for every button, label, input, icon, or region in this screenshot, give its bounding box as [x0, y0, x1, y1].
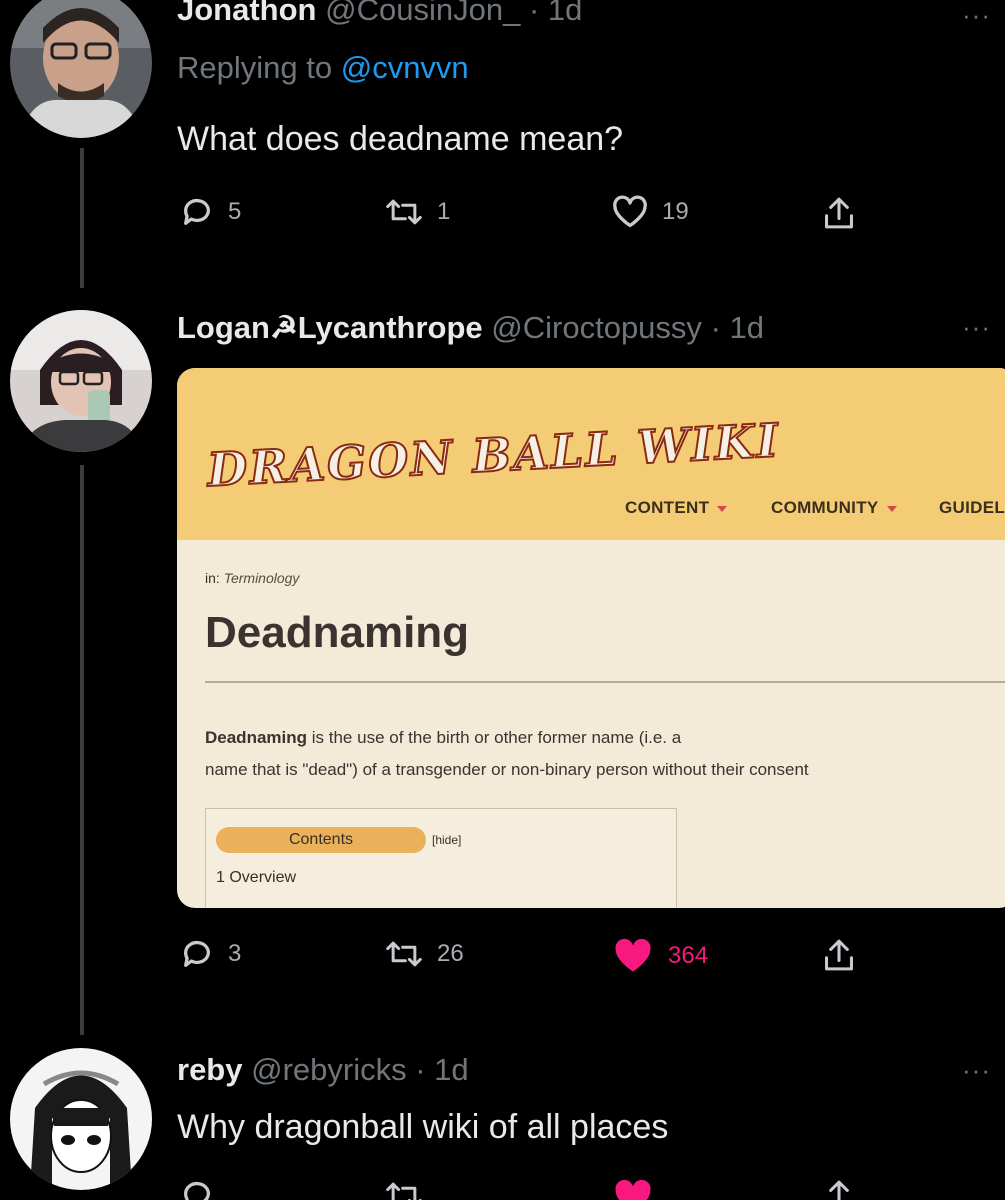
- tweet-text: Why dragonball wiki of all places: [177, 1108, 669, 1146]
- article-intro-line-2: name that is "dead") of a transgender or…: [205, 760, 809, 779]
- like-count: 19: [662, 198, 689, 225]
- timestamp[interactable]: · 1d: [415, 1052, 468, 1087]
- heart-filled-icon: [615, 1179, 651, 1200]
- reply-icon: [184, 198, 210, 225]
- reply-count: 5: [228, 198, 242, 225]
- reply-button[interactable]: 3: [180, 937, 241, 971]
- retweet-count: 26: [437, 940, 464, 967]
- toc-title: Contents: [216, 827, 426, 853]
- wiki-nav-content[interactable]: CONTENT: [625, 498, 728, 518]
- nav-label: CONTENT: [625, 498, 710, 517]
- display-name[interactable]: reby: [177, 1052, 242, 1087]
- retweet-count: 1: [437, 198, 451, 225]
- heart-filled-icon: [615, 938, 651, 972]
- intro-bold: Deadnaming: [205, 728, 308, 747]
- tweet-actions: 3 26 364: [0, 937, 1005, 977]
- more-options-icon[interactable]: ···: [962, 0, 991, 31]
- wiki-header: DRAGON BALL WIKI CONTENT COMMUNITY GUIDE…: [177, 368, 1005, 540]
- embedded-wiki-image[interactable]: DRAGON BALL WIKI CONTENT COMMUNITY GUIDE…: [177, 368, 1005, 908]
- timestamp[interactable]: · 1d: [711, 310, 764, 345]
- share-icon: [829, 1180, 849, 1200]
- retweet-icon: [386, 1182, 422, 1200]
- share-button[interactable]: [822, 195, 856, 231]
- share-icon: [825, 939, 853, 971]
- avatar-jonathon[interactable]: [10, 0, 152, 138]
- wiki-logo[interactable]: DRAGON BALL WIKI: [205, 412, 782, 498]
- intro-rest: is the use of the birth or other former …: [307, 728, 682, 747]
- avatar-logan[interactable]: [10, 310, 152, 452]
- replying-prefix: Replying to: [177, 50, 333, 85]
- tweet-actions-partial: [0, 1178, 1005, 1200]
- retweet-button[interactable]: 1: [385, 195, 450, 229]
- share-icon: [825, 197, 853, 229]
- caret-down-icon: [717, 505, 728, 512]
- toc-hide-link[interactable]: [hide]: [432, 833, 461, 847]
- user-handle[interactable]: @Ciroctopussy: [491, 310, 702, 345]
- caret-down-icon: [886, 505, 897, 512]
- reply-button[interactable]: 5: [180, 195, 241, 229]
- breadcrumb-category[interactable]: Terminology: [224, 570, 300, 586]
- reply-count: 3: [228, 940, 242, 967]
- retweet-button[interactable]: [385, 1178, 423, 1200]
- article-intro-line-1: Deadnaming is the use of the birth or ot…: [205, 728, 681, 748]
- more-options-icon[interactable]: ···: [962, 312, 991, 343]
- breadcrumb: in: Terminology: [205, 570, 299, 586]
- retweet-icon: [386, 941, 422, 967]
- share-button[interactable]: [822, 1178, 856, 1200]
- breadcrumb-prefix: in:: [205, 570, 220, 586]
- heart-icon: [613, 195, 647, 228]
- like-button[interactable]: 19: [612, 195, 689, 229]
- toc-item[interactable]: 1 Overview: [216, 869, 296, 887]
- wiki-nav-community[interactable]: COMMUNITY: [771, 498, 897, 518]
- replying-to: Replying to @cvnvvn: [177, 50, 469, 86]
- retweet-button[interactable]: 26: [385, 937, 464, 971]
- wiki-nav-guidelines[interactable]: GUIDEL: [939, 498, 1005, 518]
- display-name[interactable]: Logan☭Lycanthrope: [177, 310, 483, 345]
- avatar-reby[interactable]: [10, 1048, 152, 1190]
- more-options-icon[interactable]: ···: [962, 1055, 991, 1086]
- like-count: 364: [668, 942, 709, 969]
- nav-label: COMMUNITY: [771, 498, 879, 517]
- tweet-header: Jonathon @CousinJon_ · 1d: [177, 0, 582, 28]
- user-handle[interactable]: @CousinJon_: [325, 0, 520, 27]
- article-title: Deadnaming: [205, 608, 470, 657]
- reply-button[interactable]: [180, 1178, 214, 1200]
- reply-icon: [184, 940, 210, 967]
- share-button[interactable]: [822, 937, 856, 973]
- title-divider: [205, 681, 1005, 683]
- user-handle[interactable]: @rebyricks: [251, 1052, 406, 1087]
- retweet-icon: [386, 199, 422, 225]
- display-name[interactable]: Jonathon: [177, 0, 317, 27]
- table-of-contents: Contents [hide] 1 Overview: [205, 808, 677, 908]
- reply-icon: [184, 1181, 210, 1200]
- replying-handle[interactable]: @cvnvvn: [341, 50, 469, 85]
- tweet-header: Logan☭Lycanthrope @Ciroctopussy · 1d: [177, 310, 764, 346]
- nav-label: GUIDEL: [939, 498, 1005, 517]
- like-button[interactable]: 364: [612, 937, 708, 975]
- tweet-actions: 5 1 19: [0, 195, 1005, 235]
- tweet-text: What does deadname mean?: [177, 120, 624, 158]
- like-button[interactable]: [612, 1178, 654, 1200]
- timestamp[interactable]: · 1d: [529, 0, 582, 27]
- tweet-header: reby @rebyricks · 1d: [177, 1052, 469, 1088]
